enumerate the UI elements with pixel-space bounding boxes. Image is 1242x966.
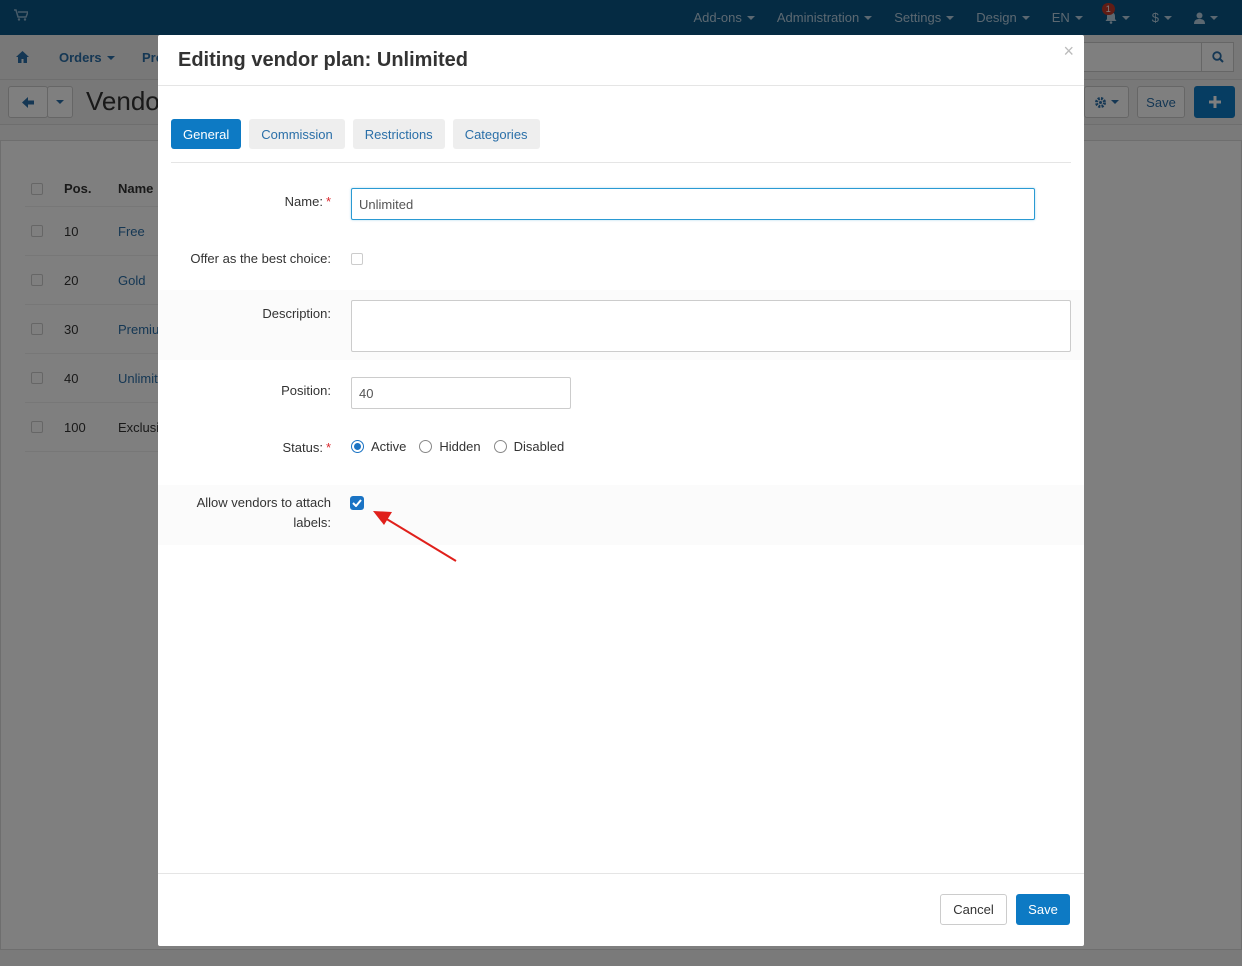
best-choice-row: Offer as the best choice: [158, 240, 1084, 285]
allow-labels-label-line1: Allow vendors to attach [196, 495, 331, 510]
description-label: Description: [262, 306, 331, 321]
name-input[interactable]: Unlimited [351, 188, 1035, 220]
modal-header: Editing vendor plan: Unlimited × [158, 35, 1084, 86]
best-choice-label: Offer as the best choice: [190, 251, 331, 266]
tab-categories[interactable]: Categories [452, 119, 540, 149]
modal-title: Editing vendor plan: Unlimited [178, 49, 468, 71]
status-row: Status: * Active Hidden Disabled [158, 430, 1084, 475]
tab-divider [171, 162, 1071, 163]
footer-divider [158, 873, 1084, 874]
allow-labels-row: Allow vendors to attach labels: [158, 485, 1084, 545]
tab-bar: General Commission Restrictions Categori… [171, 119, 540, 149]
name-label: Name: * [285, 192, 331, 212]
tab-commission[interactable]: Commission [249, 119, 345, 149]
position-input[interactable]: 40 [351, 377, 571, 409]
cancel-button[interactable]: Cancel [940, 894, 1007, 925]
edit-vendor-plan-dialog: Editing vendor plan: Unlimited × General… [158, 35, 1084, 946]
status-label-text: Status: [282, 440, 323, 455]
name-row: Name: * Unlimited [158, 185, 1084, 225]
status-disabled-label: Disabled [513, 439, 565, 454]
tab-general[interactable]: General [171, 119, 242, 149]
allow-labels-label-line2: labels: [293, 515, 331, 530]
name-label-text: Name: [284, 194, 323, 209]
status-hidden-radio[interactable] [419, 440, 433, 453]
required-marker: * [325, 440, 331, 455]
status-radio-group: Active Hidden Disabled [351, 439, 564, 454]
status-hidden-label: Hidden [439, 439, 481, 454]
description-textarea[interactable] [351, 300, 1071, 352]
allow-labels-label: Allow vendors to attach labels: [197, 493, 331, 533]
status-label: Status: * [282, 438, 331, 458]
position-label: Position: [281, 383, 331, 398]
status-hidden-option[interactable]: Hidden [419, 439, 481, 454]
status-active-radio[interactable] [351, 440, 364, 453]
tab-restrictions[interactable]: Restrictions [352, 119, 445, 149]
status-active-label: Active [371, 439, 407, 454]
description-row: Description: [158, 290, 1084, 360]
position-row: Position: 40 [158, 370, 1084, 415]
close-icon[interactable]: × [1063, 41, 1074, 62]
status-disabled-radio[interactable] [493, 440, 507, 453]
best-choice-checkbox[interactable] [351, 253, 363, 265]
check-icon [352, 499, 362, 507]
status-active-option[interactable]: Active [351, 439, 406, 454]
status-disabled-option[interactable]: Disabled [493, 439, 565, 454]
save-button[interactable]: Save [1016, 894, 1070, 925]
required-marker: * [325, 194, 331, 209]
allow-labels-checkbox[interactable] [350, 496, 364, 510]
